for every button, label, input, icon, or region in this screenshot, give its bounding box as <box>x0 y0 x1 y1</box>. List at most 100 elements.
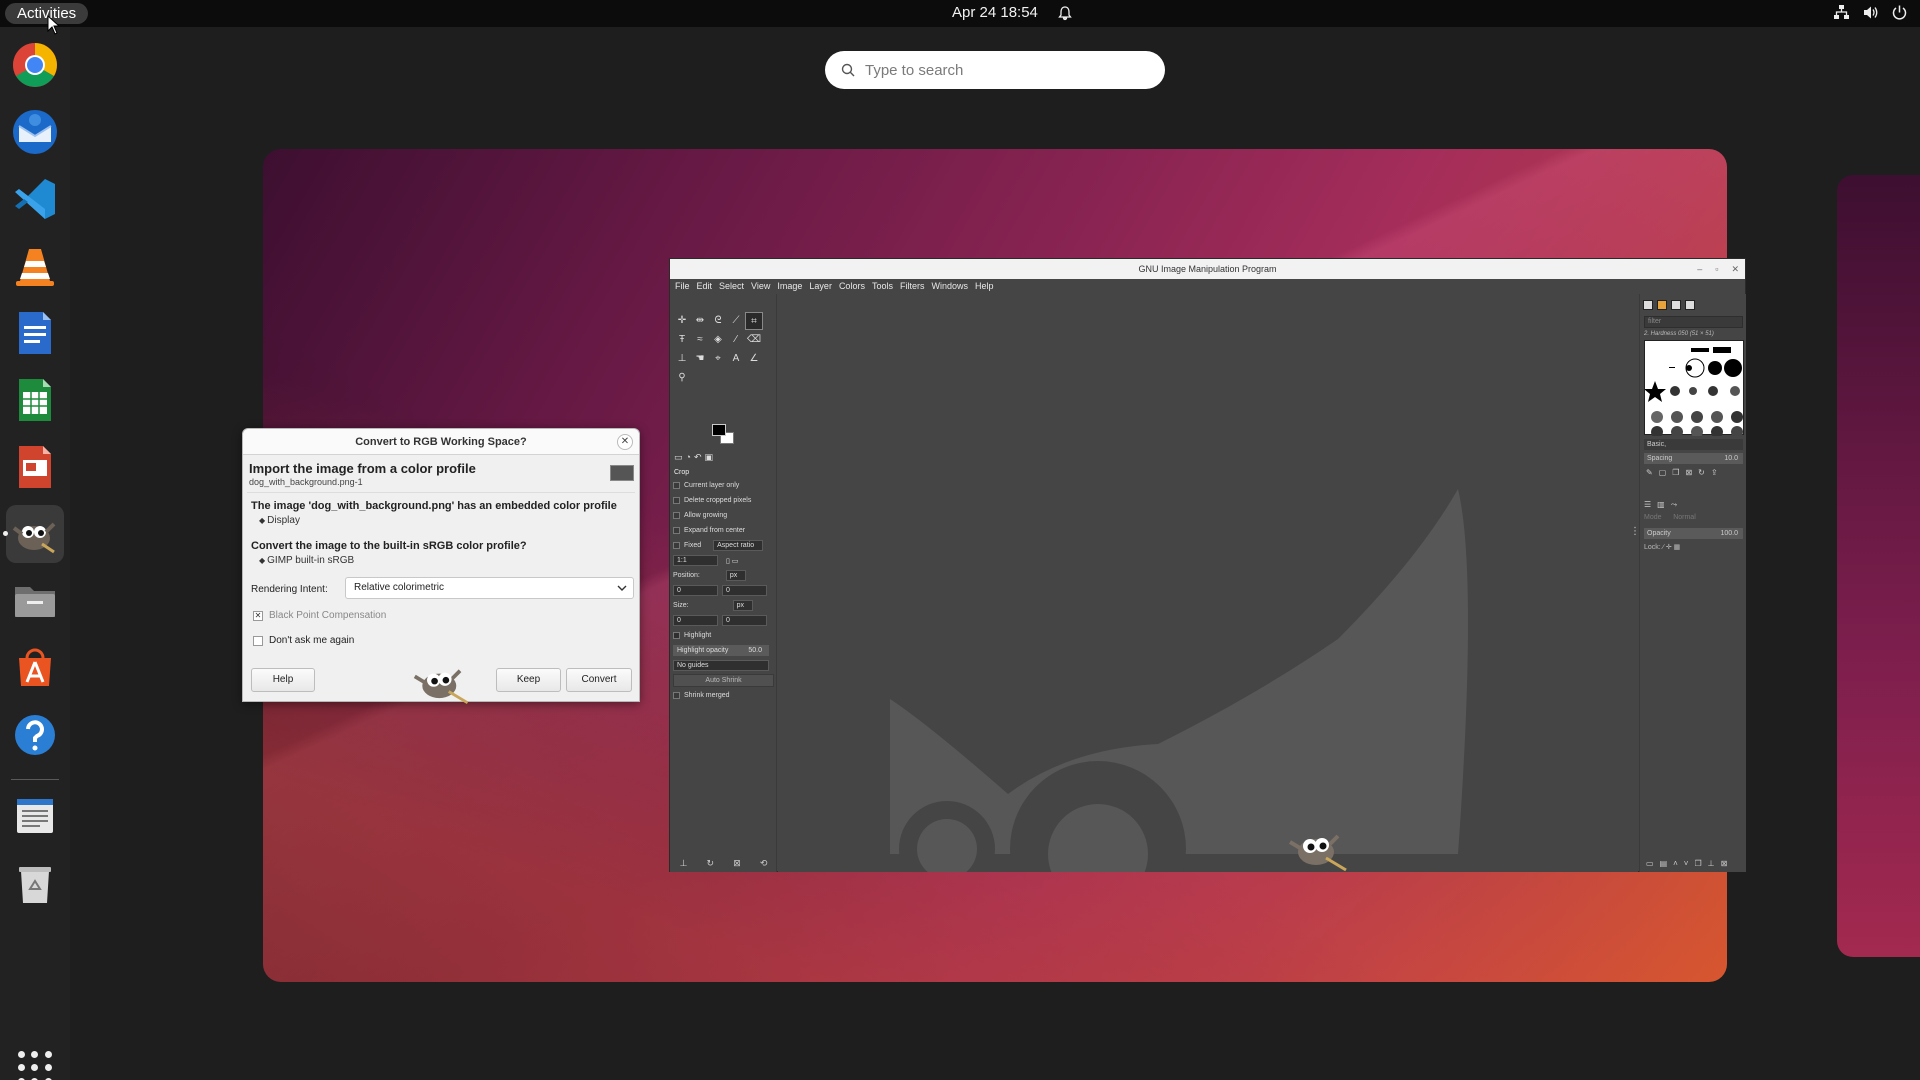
dock-files[interactable] <box>6 572 64 630</box>
paths-icon[interactable]: ⌖ <box>709 350 727 368</box>
duplicate-layer-icon[interactable]: ❐ <box>1694 859 1701 868</box>
dock-trash[interactable] <box>6 854 64 912</box>
raise-layer-icon[interactable]: ˄ <box>1673 859 1678 868</box>
menu-layer[interactable]: Layer <box>809 279 832 294</box>
gimp-titlebar[interactable]: GNU Image Manipulation Program – ▫ ✕ <box>670 259 1745 279</box>
menu-help[interactable]: Help <box>975 279 994 294</box>
menu-filters[interactable]: Filters <box>900 279 925 294</box>
move-tool-icon[interactable]: ✛ <box>673 312 691 330</box>
fonts-tab-icon[interactable] <box>1671 300 1681 310</box>
convert-profile-dialog[interactable]: Convert to RGB Working Space? ✕ Import t… <box>242 428 640 705</box>
search-input[interactable] <box>865 58 1145 82</box>
dock-vlc[interactable] <box>6 237 64 295</box>
menu-file[interactable]: File <box>675 279 690 294</box>
highlight-opacity-slider[interactable]: Highlight opacity 50.0 <box>673 645 769 656</box>
menu-colors[interactable]: Colors <box>839 279 865 294</box>
menu-windows[interactable]: Windows <box>931 279 968 294</box>
dock-writer[interactable] <box>6 304 64 362</box>
show-applications-button[interactable] <box>18 1051 52 1080</box>
dock-thunderbird[interactable] <box>6 103 64 161</box>
clock[interactable]: Apr 24 18:54 <box>952 4 1038 21</box>
expand-center-check[interactable]: Expand from center <box>673 523 774 538</box>
size-w-input[interactable]: 0 <box>673 615 718 626</box>
rendering-intent-select[interactable]: Relative colorimetric <box>345 577 634 599</box>
free-select-icon[interactable]: ᘓ <box>709 312 727 330</box>
text-transform-icon[interactable]: Ŧ <box>673 331 691 349</box>
search-bar[interactable] <box>825 51 1165 89</box>
menu-tools[interactable]: Tools <box>872 279 893 294</box>
layer-mode[interactable]: Mode Normal <box>1644 514 1696 521</box>
dock-vscode[interactable] <box>6 170 64 228</box>
tool-options-tab-icon[interactable]: ▭ <box>674 452 683 466</box>
highlight-check[interactable]: Highlight <box>673 628 774 643</box>
size-unit-select[interactable]: px <box>732 600 753 611</box>
menu-edit[interactable]: Edit <box>697 279 713 294</box>
lock-alpha-icon[interactable]: ▦ <box>1674 544 1681 551</box>
position-x-input[interactable]: 0 <box>673 585 718 596</box>
lock-pixels-icon[interactable]: ∕ <box>1663 544 1664 551</box>
reset-options-icon[interactable]: ⟲ <box>760 858 768 872</box>
delete-layer-icon[interactable]: ⊠ <box>1721 859 1728 868</box>
spacing-slider[interactable]: Spacing 10.0 <box>1644 453 1743 464</box>
align-tool-icon[interactable]: ⇹ <box>691 312 709 330</box>
paths-tab-icon[interactable]: ⤳ <box>1671 500 1677 510</box>
eraser-icon[interactable]: ⌫ <box>745 331 763 349</box>
dock-chrome[interactable] <box>6 36 64 94</box>
system-tray[interactable] <box>1833 4 1908 21</box>
dock-text-editor[interactable] <box>6 787 64 845</box>
keep-button[interactable]: Keep <box>496 668 561 692</box>
dialog-close-icon[interactable]: ✕ <box>617 434 633 450</box>
convert-button[interactable]: Convert <box>566 668 632 692</box>
document-history-tab-icon[interactable] <box>1685 300 1695 310</box>
bucket-fill-icon[interactable]: ◈ <box>709 331 727 349</box>
close-icon[interactable]: ✕ <box>1731 259 1739 279</box>
layer-opacity-slider[interactable]: Opacity 100.0 <box>1644 528 1743 539</box>
text-tool-icon[interactable]: A <box>727 350 745 368</box>
fg-bg-colors[interactable] <box>712 424 736 446</box>
refresh-brush-icon[interactable]: ↻ <box>1698 468 1705 477</box>
new-layer-icon[interactable]: ▭ <box>1646 859 1654 868</box>
guides-select[interactable]: No guides <box>673 660 769 671</box>
brush-set-select[interactable]: Basic, <box>1644 439 1743 450</box>
allow-growing-check[interactable]: Allow growing <box>673 508 774 523</box>
lock-position-icon[interactable]: ✛ <box>1666 544 1672 551</box>
save-options-icon[interactable]: ⊥ <box>680 858 688 872</box>
gimp-window[interactable]: GNU Image Manipulation Program – ▫ ✕ Fil… <box>669 258 1746 872</box>
edit-brush-icon[interactable]: ✎ <box>1646 468 1653 477</box>
clone-icon[interactable]: ⊥ <box>673 350 691 368</box>
auto-shrink-button[interactable]: Auto Shrink <box>673 674 774 687</box>
layers-tab-icon[interactable]: ☰ <box>1644 500 1651 510</box>
channels-tab-icon[interactable]: ▥ <box>1657 500 1665 510</box>
dock-gimp[interactable] <box>3 505 64 563</box>
open-brush-icon[interactable]: ⇪ <box>1711 468 1718 477</box>
anchor-layer-icon[interactable]: ⊥ <box>1708 859 1715 868</box>
delete-options-icon[interactable]: ⊠ <box>733 858 741 872</box>
dont-ask-again-check[interactable]: Don't ask me again <box>253 635 354 646</box>
duplicate-brush-icon[interactable]: ❐ <box>1672 468 1679 477</box>
maximize-icon[interactable]: ▫ <box>1715 259 1718 279</box>
menu-select[interactable]: Select <box>719 279 744 294</box>
new-brush-icon[interactable]: ▢ <box>1659 468 1667 477</box>
brushes-grid[interactable] <box>1644 340 1744 438</box>
position-unit-select[interactable]: px <box>725 570 746 581</box>
crop-tool-icon[interactable]: ⌗ <box>745 312 763 330</box>
delete-brush-icon[interactable]: ⊠ <box>1685 468 1692 477</box>
lower-layer-icon[interactable]: ˅ <box>1684 859 1689 868</box>
next-workspace-thumbnail[interactable] <box>1837 175 1920 957</box>
panel-grip-icon[interactable]: ⋮ <box>1630 526 1638 537</box>
image-canvas[interactable]: ⋮ <box>778 294 1638 872</box>
menu-image[interactable]: Image <box>777 279 802 294</box>
dialog-titlebar[interactable]: Convert to RGB Working Space? ✕ <box>243 429 639 455</box>
warp-icon[interactable]: ≈ <box>691 331 709 349</box>
fixed-mode-select[interactable]: Aspect ratio <box>713 540 764 551</box>
minimize-icon[interactable]: – <box>1697 259 1702 279</box>
black-point-compensation-check[interactable]: ✕ Black Point Compensation <box>253 610 386 621</box>
fixed-check[interactable] <box>673 542 680 549</box>
brush-filter-input[interactable]: filter <box>1644 316 1743 328</box>
new-group-icon[interactable]: ▤ <box>1660 859 1668 868</box>
ratio-input[interactable]: 1:1 <box>673 555 718 566</box>
srgb-profile-expander[interactable]: ◆ GIMP built-in sRGB <box>259 555 354 566</box>
shrink-merged-check[interactable]: Shrink merged <box>673 688 774 703</box>
display-profile-expander[interactable]: ◆ Display <box>259 515 300 526</box>
help-button[interactable]: Help <box>251 668 315 692</box>
